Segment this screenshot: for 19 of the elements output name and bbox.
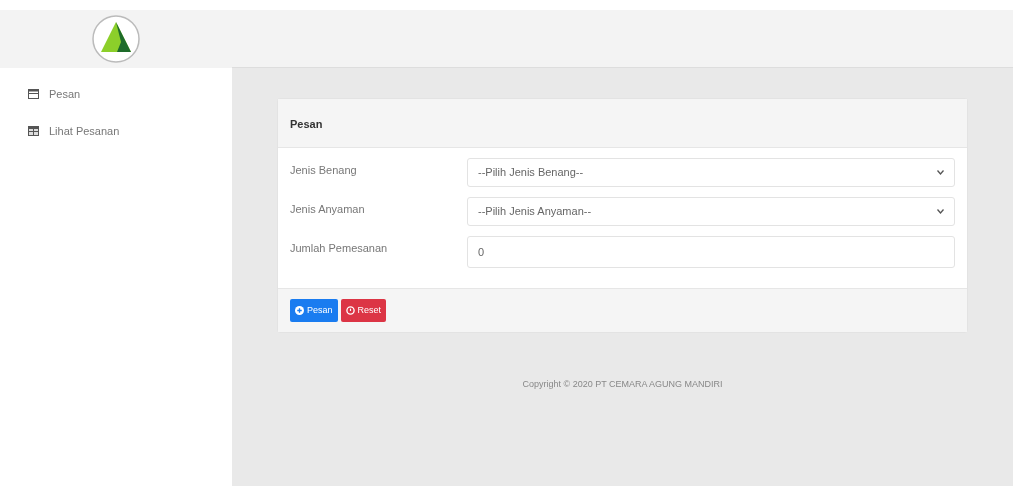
field-label: Jenis Anyaman: [290, 202, 366, 217]
form-button[interactable]: Pesan: [290, 299, 338, 322]
select-field[interactable]: --Pilih Jenis Anyaman--: [467, 197, 955, 226]
field-label: Jumlah Pemesanan: [290, 241, 389, 256]
list-icon: [28, 89, 39, 100]
form-button[interactable]: Reset: [340, 299, 387, 322]
sidebar-item[interactable]: Lihat Pesanan: [28, 116, 204, 145]
reset-icon: [345, 306, 355, 315]
caret-icon: [937, 209, 944, 214]
sidebar-item[interactable]: Pesan: [28, 80, 204, 109]
plus-circle-icon: [295, 306, 304, 315]
caret-icon: [937, 170, 944, 175]
field-label: Jenis Benang: [290, 163, 358, 178]
logo-icon: [91, 14, 141, 64]
select-field[interactable]: --Pilih Jenis Benang--: [467, 158, 955, 187]
input-field[interactable]: 0: [467, 236, 955, 268]
card-title: Pesan: [290, 118, 323, 130]
table-icon: [28, 125, 39, 136]
copyright-text: Copyright © 2020 PT CEMARA AGUNG MANDIRI: [522, 378, 723, 391]
